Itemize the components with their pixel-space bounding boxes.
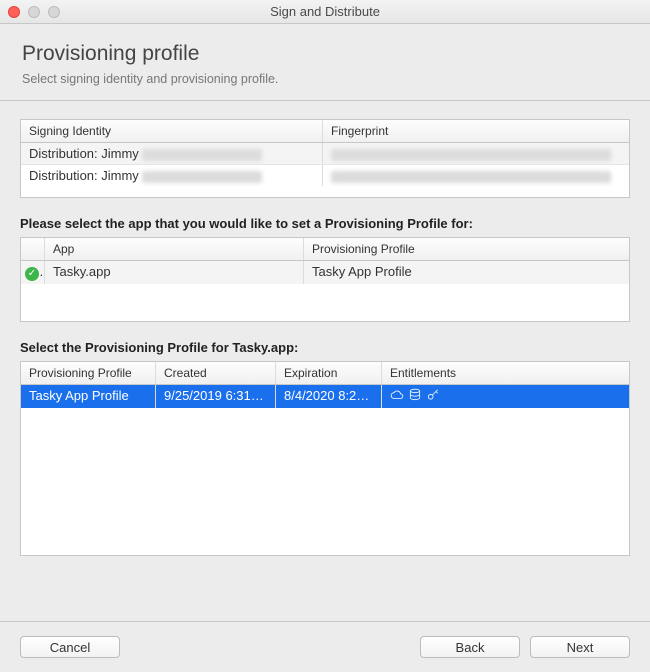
- column-header-created[interactable]: Created: [156, 362, 276, 384]
- table-row[interactable]: Tasky App Profile 9/25/2019 6:31 PM 8/4/…: [21, 385, 629, 408]
- spacer: [120, 636, 410, 658]
- cell-expiration: 8/4/2020 8:24 PM: [276, 385, 382, 408]
- titlebar: Sign and Distribute: [0, 0, 650, 24]
- zoom-icon: [48, 6, 60, 18]
- table-header: App Provisioning Profile: [21, 238, 629, 261]
- cancel-button[interactable]: Cancel: [20, 636, 120, 658]
- table-body: ✓ Tasky.app Tasky App Profile: [21, 261, 629, 321]
- column-header-fingerprint[interactable]: Fingerprint: [323, 120, 629, 142]
- entitlement-icons: [390, 388, 440, 402]
- cloud-icon: [390, 388, 404, 402]
- close-icon[interactable]: [8, 6, 20, 18]
- window-title: Sign and Distribute: [0, 4, 650, 19]
- page-header: Provisioning profile Select signing iden…: [0, 24, 650, 101]
- identity-prefix: Distribution: Jimmy: [29, 146, 139, 161]
- profile-section-label: Select the Provisioning Profile for Task…: [20, 340, 630, 355]
- cell-fingerprint: [323, 165, 629, 186]
- redacted-text: [331, 171, 611, 183]
- redacted-text: [142, 171, 262, 183]
- cell-app: Tasky.app: [45, 261, 304, 284]
- cell-identity: Distribution: Jimmy: [21, 165, 323, 186]
- cell-name: Tasky App Profile: [21, 385, 156, 408]
- page-title: Provisioning profile: [22, 42, 628, 66]
- minimize-icon: [28, 6, 40, 18]
- database-icon: [408, 388, 422, 402]
- redacted-text: [331, 149, 611, 161]
- column-header-expiration[interactable]: Expiration: [276, 362, 382, 384]
- column-header-profile[interactable]: Provisioning Profile: [304, 238, 629, 260]
- column-header-identity[interactable]: Signing Identity: [21, 120, 323, 142]
- traffic-lights: [8, 6, 60, 18]
- column-header-status[interactable]: [21, 238, 45, 260]
- content: Signing Identity Fingerprint Distributio…: [0, 101, 650, 584]
- cell-created: 9/25/2019 6:31 PM: [156, 385, 276, 408]
- cell-profile: Tasky App Profile: [304, 261, 629, 284]
- column-header-name[interactable]: Provisioning Profile: [21, 362, 156, 384]
- signing-identity-table: Signing Identity Fingerprint Distributio…: [20, 119, 630, 198]
- table-body: Distribution: Jimmy Distribution: Jimmy: [21, 143, 629, 197]
- identity-prefix: Distribution: Jimmy: [29, 168, 139, 183]
- column-header-app[interactable]: App: [45, 238, 304, 260]
- table-row[interactable]: ✓ Tasky.app Tasky App Profile: [21, 261, 629, 284]
- table-body: Tasky App Profile 9/25/2019 6:31 PM 8/4/…: [21, 385, 629, 555]
- page-subtitle: Select signing identity and provisioning…: [22, 72, 628, 86]
- column-header-entitlements[interactable]: Entitlements: [382, 362, 629, 384]
- app-section-label: Please select the app that you would lik…: [20, 216, 630, 231]
- cell-status: ✓: [21, 261, 45, 284]
- table-row[interactable]: Distribution: Jimmy: [21, 143, 629, 165]
- table-header: Provisioning Profile Created Expiration …: [21, 362, 629, 385]
- cell-entitlements: [382, 385, 629, 408]
- footer: Cancel Back Next: [0, 621, 650, 672]
- cell-fingerprint: [323, 143, 629, 164]
- table-row[interactable]: Distribution: Jimmy: [21, 165, 629, 186]
- app-table: App Provisioning Profile ✓ Tasky.app Tas…: [20, 237, 630, 322]
- table-header: Signing Identity Fingerprint: [21, 120, 629, 143]
- cell-identity: Distribution: Jimmy: [21, 143, 323, 164]
- redacted-text: [142, 149, 262, 161]
- profile-table: Provisioning Profile Created Expiration …: [20, 361, 630, 556]
- back-button[interactable]: Back: [420, 636, 520, 658]
- next-button[interactable]: Next: [530, 636, 630, 658]
- check-icon: ✓: [25, 267, 39, 281]
- key-icon: [426, 388, 440, 402]
